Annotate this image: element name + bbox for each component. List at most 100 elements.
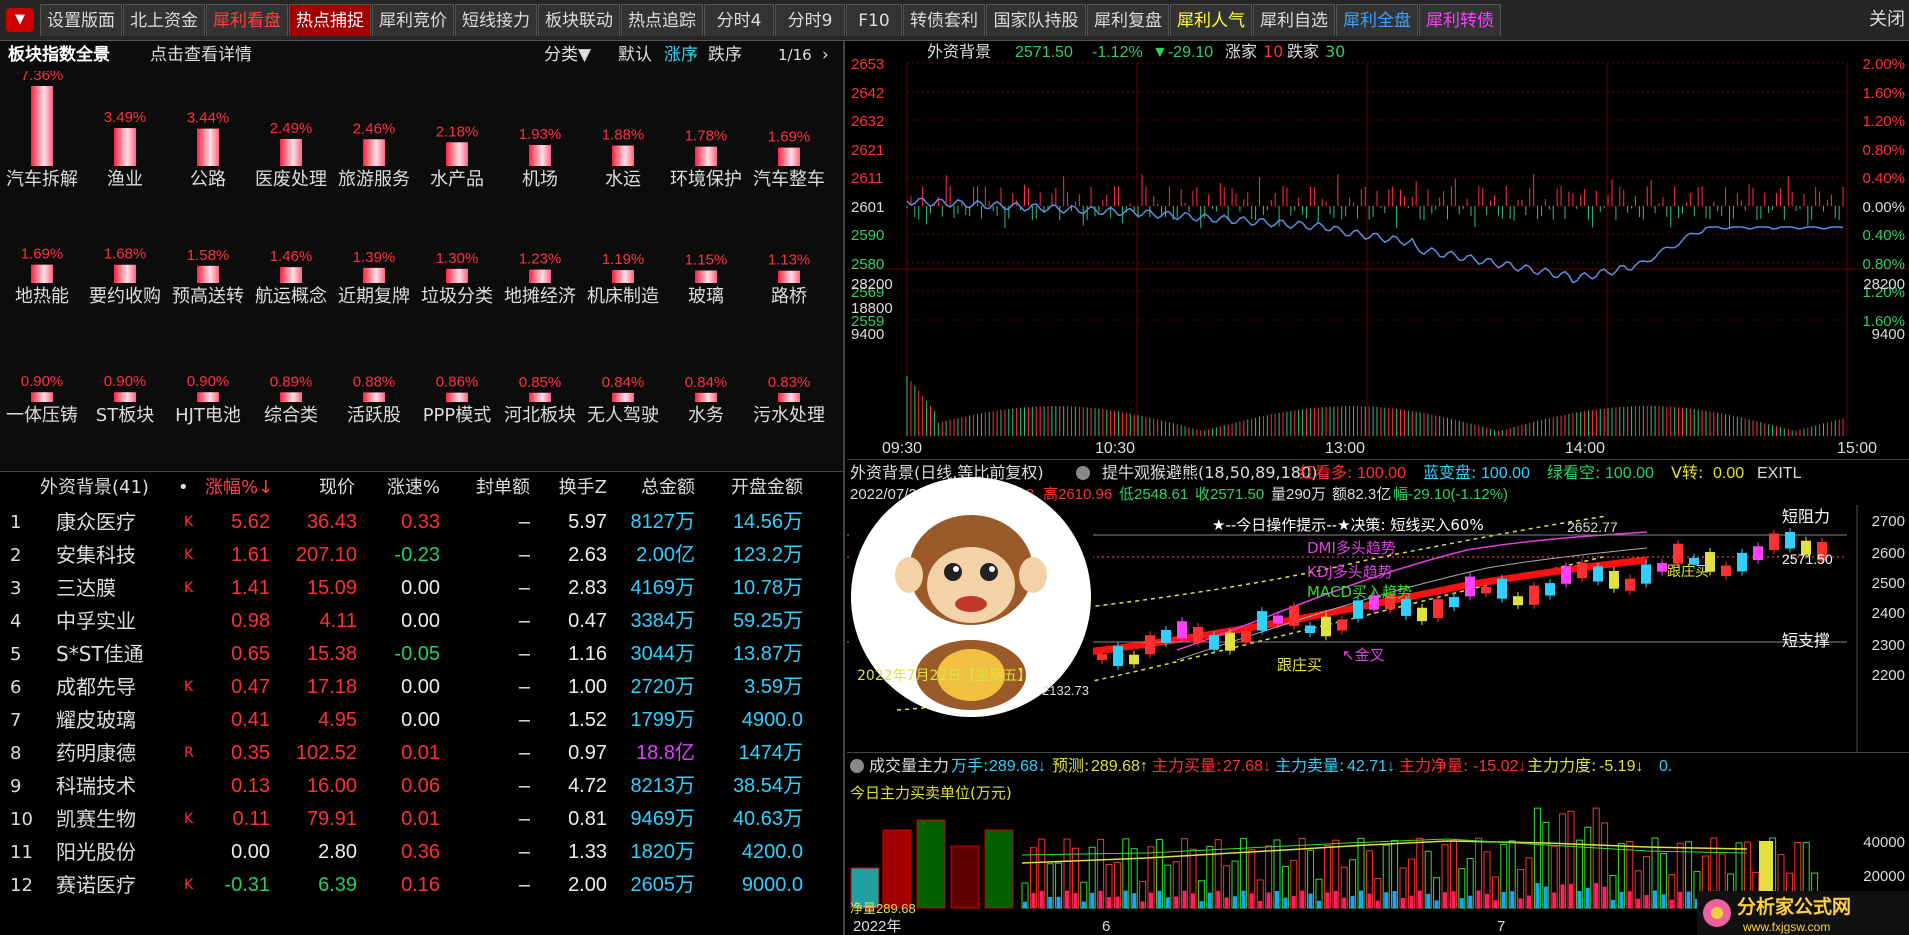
y-axis-label: 2590 <box>851 227 884 244</box>
table-row[interactable]: 2 安集科技 K 1.61 207.10 -0.23–2.63 2.00亿 123.2万 <box>0 539 843 572</box>
sector-bar-item[interactable]: 0.86% PPP模式 <box>423 374 492 426</box>
sort-down-button[interactable]: 跌序 <box>708 44 742 66</box>
tab-7[interactable]: 热点追踪 <box>621 4 703 36</box>
tab-8[interactable]: 分时4 <box>704 4 774 36</box>
sector-bar-item[interactable]: 1.23% 地摊经济 <box>504 251 576 307</box>
sector-bar-item[interactable]: 3.44% 公路 <box>187 110 230 190</box>
col-header-5[interactable]: 封单额 <box>460 472 530 504</box>
close-button[interactable]: 关闭 <box>1869 4 1905 36</box>
tab-3[interactable]: 热点捕捉 <box>289 4 371 36</box>
unit-label: 今日主力买卖单位(万元) <box>850 784 1012 802</box>
sector-bar-item[interactable]: 1.15% 玻璃 <box>685 252 728 308</box>
tab-5[interactable]: 短线接力 <box>455 4 537 36</box>
volume-inner-bar <box>1291 896 1296 908</box>
tab-10[interactable]: F10 <box>846 4 902 36</box>
sector-bar-item[interactable]: 1.58% 预高送转 <box>172 247 244 307</box>
sector-bar-item[interactable]: 0.84% 无人驾驶 <box>587 374 659 426</box>
sector-bar-item[interactable]: 1.19% 机床制造 <box>587 251 659 307</box>
sector-bar-item[interactable]: 1.69% 地热能 <box>15 246 69 307</box>
sort-up-button[interactable]: 涨序 <box>664 44 698 66</box>
sector-bar-item[interactable]: 0.90% ST板块 <box>96 373 154 426</box>
indicator-settings-icon[interactable] <box>1076 466 1090 480</box>
sector-bar-item[interactable]: 0.83% 污水处理 <box>753 374 825 426</box>
app-logo-icon[interactable]: ▼ <box>6 8 34 32</box>
table-row[interactable]: 9 科瑞技术 0.13 16.00 0.06 – 4.72 8213万 38.54万 <box>0 770 843 803</box>
tab-2[interactable]: 犀利看盘 <box>206 4 288 36</box>
sector-bar-item[interactable]: 1.46% 航运概念 <box>255 248 327 307</box>
sector-bar-item[interactable]: 1.93% 机场 <box>519 126 562 190</box>
sector-bar-item[interactable]: 1.13% 路桥 <box>768 252 811 307</box>
tab-14[interactable]: 犀利人气 <box>1170 4 1252 36</box>
col-header-3[interactable]: 现价 <box>285 472 355 504</box>
cell-seal: – <box>518 544 530 566</box>
sector-bar-item[interactable]: 0.89% 综合类 <box>264 373 318 426</box>
sector-bar-item[interactable]: 2.49% 医废处理 <box>255 120 327 190</box>
vol-axis-label: 28200 <box>1863 276 1905 293</box>
daily-kline-chart: 外资背景(日线,等比前复权) 提牛观猴避熊(18,50,89,180) 红看多:… <box>847 459 1909 753</box>
tab-15[interactable]: 犀利自选 <box>1253 4 1335 36</box>
col-header-1[interactable]: • <box>178 472 192 504</box>
cell-speed: 0.01 <box>401 808 440 830</box>
up-wave-label: 跟庄买 <box>1667 563 1709 580</box>
daily-high: 高2610.96 <box>1043 486 1112 503</box>
table-row[interactable]: 6 成都先导 K 0.47 17.18 0.00–1.00 2720万 3.59万 <box>0 671 843 704</box>
sector-bar-item[interactable]: 1.39% 近期复牌 <box>338 249 410 307</box>
tab-17[interactable]: 犀利转债 <box>1419 4 1501 36</box>
col-header-7[interactable]: 总金额 <box>620 472 695 504</box>
table-row[interactable]: 5 S*ST佳通 0.65 15.38 -0.05 – 1.16 3044万 13.87万 <box>0 638 843 671</box>
category-dropdown[interactable]: 分类▼ <box>544 44 591 66</box>
pct-axis-label: 0.00% <box>1862 199 1905 216</box>
sector-bar-item[interactable]: 0.90% 一体压铸 <box>6 373 78 426</box>
table-row[interactable]: 7 耀皮玻璃 0.41 4.95 0.00 – 1.52 1799万 4900.0 <box>0 704 843 737</box>
sector-bar-item[interactable]: 1.69% 汽车整车 <box>753 129 825 190</box>
table-row[interactable]: 4 中孚实业 0.98 4.11 0.00 – 0.47 3384万 59.25万 <box>0 605 843 638</box>
sector-bar-item[interactable]: 0.84% 水务 <box>685 374 728 426</box>
detail-link[interactable]: 点击查看详情 <box>150 44 252 66</box>
tab-11[interactable]: 转债套利 <box>903 4 985 36</box>
tab-16[interactable]: 犀利全盘 <box>1336 4 1418 36</box>
table-row[interactable]: 11 阳光股份 0.00 2.80 0.36 – 1.33 1820万 4200.0 <box>0 836 843 869</box>
tab-9[interactable]: 分时9 <box>775 4 845 36</box>
tab-1[interactable]: 北上资金 <box>123 4 205 36</box>
table-row[interactable]: 1 康众医疗 K 5.62 36.43 0.33–5.97 8127万 14.56万 <box>0 506 843 539</box>
table-row[interactable]: 3 三达膜 K 1.41 15.09 0.00–2.83 4169万 10.78万 <box>0 572 843 605</box>
sector-bar-item[interactable]: 0.85% 河北板块 <box>504 374 576 426</box>
sector-bar-item[interactable]: 1.30% 垃圾分类 <box>421 250 493 307</box>
sector-bar-item[interactable]: 3.49% 渔业 <box>104 109 147 190</box>
sector-bar-item[interactable]: 0.88% 活跃股 <box>347 373 401 426</box>
last-price-label: 2571.50 <box>1782 551 1833 567</box>
volume-inner-bar <box>1417 890 1422 908</box>
net-volume-label: 净量289.68 <box>850 901 916 916</box>
cell-seal: – <box>518 676 530 698</box>
table-row[interactable]: 12 赛诺医疗 K -0.31 6.39 0.16–2.00 2605万 9000.0 <box>0 869 843 902</box>
sector-bar-item[interactable]: 2.46% 旅游服务 <box>338 120 410 190</box>
sector-bar-item[interactable]: 7.36% 汽车拆解 <box>6 71 78 190</box>
col-header-2[interactable]: 涨幅%↓ <box>205 472 275 504</box>
cell-i: 12 <box>10 875 33 896</box>
sector-bar-item[interactable]: 2.18% 水产品 <box>430 123 484 190</box>
sector-bar <box>197 265 219 283</box>
col-header-8[interactable]: 开盘金额 <box>718 472 803 504</box>
cell-price: 4.11 <box>319 610 357 632</box>
sort-default-button[interactable]: 默认 <box>618 44 652 66</box>
tab-13[interactable]: 犀利复盘 <box>1087 4 1169 36</box>
table-row[interactable]: 8 药明康德 R 0.35 102.52 0.01–0.97 18.8亿 1474万 <box>0 737 843 770</box>
sector-bar-item[interactable]: 1.68% 要约收购 <box>89 246 161 307</box>
sector-pct: 1.93% <box>519 126 562 143</box>
pct-axis-label: 1.60% <box>1862 85 1905 102</box>
col-header-6[interactable]: 换手Z <box>532 472 607 504</box>
col-header-4[interactable]: 涨速% <box>370 472 440 504</box>
col-header-0[interactable]: 外资背景(41) <box>40 472 180 504</box>
volume-settings-icon[interactable] <box>850 759 864 773</box>
next-page-icon[interactable]: › <box>822 44 829 66</box>
sector-bar-item[interactable]: 1.88% 水运 <box>602 127 645 190</box>
tab-4[interactable]: 犀利竞价 <box>372 4 454 36</box>
sector-bar-item[interactable]: 0.90% HJT电池 <box>175 373 241 426</box>
cell-price: 17.18 <box>306 676 357 698</box>
sector-bar <box>31 86 53 166</box>
tab-6[interactable]: 板块联动 <box>538 4 620 36</box>
sector-bar-item[interactable]: 1.78% 环境保护 <box>670 128 742 190</box>
tab-12[interactable]: 国家队持股 <box>986 4 1086 36</box>
table-row[interactable]: 10 凯赛生物 K 0.11 79.91 0.01–0.81 9469万 40.63万 <box>0 803 843 836</box>
tab-0[interactable]: 设置版面 <box>40 4 122 36</box>
